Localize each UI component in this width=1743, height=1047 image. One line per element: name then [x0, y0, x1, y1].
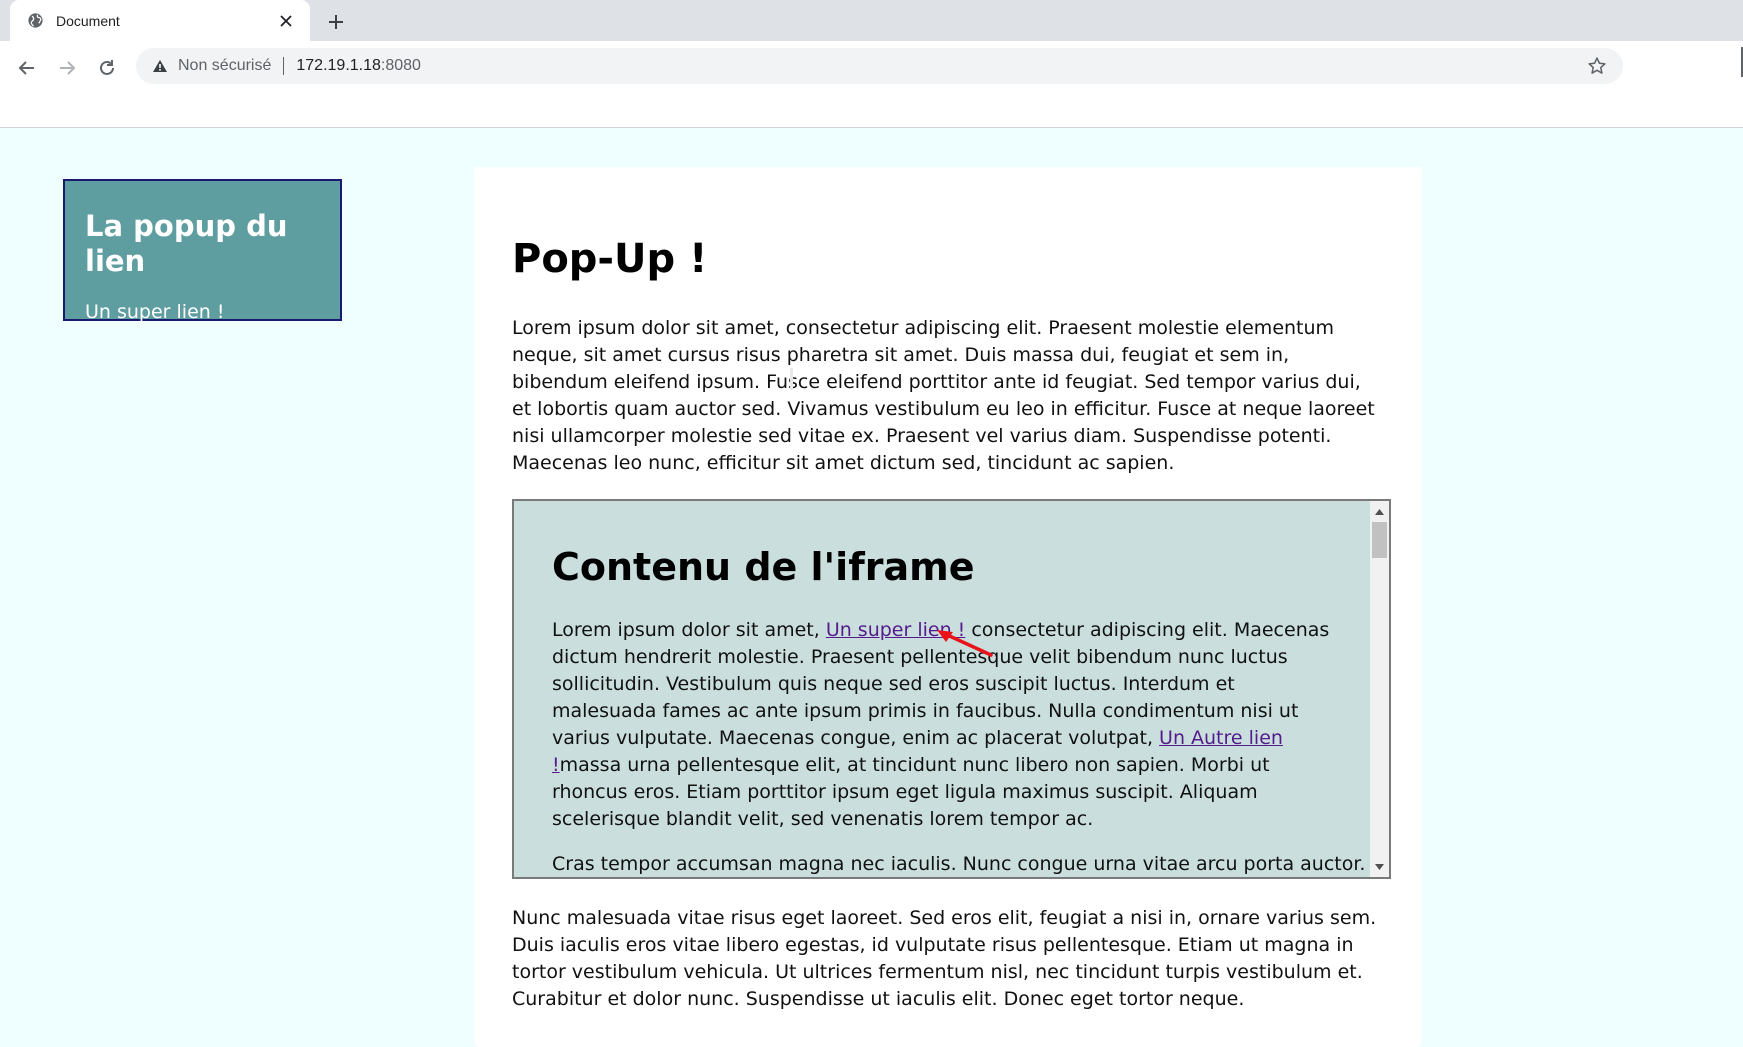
iframe-title: Contenu de l'iframe [552, 545, 975, 589]
arrow-right-icon [60, 61, 76, 75]
iframe-frame[interactable]: Contenu de l'iframe Lorem ipsum dolor si… [512, 499, 1391, 879]
close-icon[interactable] [276, 11, 296, 31]
url-text[interactable]: 172.19.1.18:8080 [296, 57, 1585, 75]
iframe-text-start: Lorem ipsum dolor sit amet, [552, 618, 826, 641]
browser-tab[interactable]: Document [10, 0, 310, 41]
iframe-paragraph: Lorem ipsum dolor sit amet, Un super lie… [552, 617, 1332, 833]
intro-paragraph: Lorem ipsum dolor sit amet, consectetur … [512, 317, 1375, 474]
url-host: 172.19.1.18 [296, 57, 381, 74]
browser-toolbar: Non sécurisé 172.19.1.18:8080 [0, 41, 1743, 128]
address-bar[interactable]: Non sécurisé 172.19.1.18:8080 [136, 48, 1623, 84]
scroll-up-icon[interactable] [1370, 503, 1389, 520]
main-card: Pop-Up ! Lorem ipsum dolor sit amet, con… [474, 167, 1422, 1047]
closing-paragraph: Nunc malesuada vitae risus eget laoreet.… [512, 907, 1377, 1010]
iframe-scrollbar[interactable] [1370, 501, 1389, 877]
security-indicator[interactable]: Non sécurisé [152, 57, 271, 75]
reload-button[interactable] [90, 51, 124, 85]
arrow-left-icon [18, 61, 34, 75]
plus-icon [329, 15, 343, 29]
text-cursor [790, 368, 793, 390]
iframe-text-end: massa urna pellentesque elit, at tincidu… [552, 753, 1270, 830]
forward-button[interactable] [50, 51, 84, 85]
scroll-thumb[interactable] [1372, 522, 1387, 558]
back-button[interactable] [10, 51, 44, 85]
iframe-content: Contenu de l'iframe Lorem ipsum dolor si… [514, 501, 1370, 877]
security-label: Non sécurisé [178, 57, 272, 74]
warning-icon [153, 60, 167, 72]
page-title: Pop-Up ! [512, 236, 708, 282]
tab-title: Document [56, 12, 120, 29]
super-link[interactable]: Un super lien ! [826, 619, 965, 641]
url-port: :8080 [380, 57, 421, 74]
popup-link[interactable]: Un super lien ! [85, 301, 224, 323]
address-divider [283, 57, 285, 75]
scroll-down-icon[interactable] [1370, 858, 1389, 875]
bookmark-star-icon[interactable] [1585, 54, 1609, 78]
popup-title: La popup du lien [85, 209, 288, 278]
reload-icon [100, 60, 114, 75]
globe-icon [26, 12, 44, 30]
new-tab-button[interactable] [322, 8, 350, 36]
iframe-paragraph-2: Cras tempor accumsan magna nec iaculis. … [552, 852, 1370, 875]
tab-strip: Document [0, 0, 1743, 41]
link-popup: La popup du lien Un super lien ! [63, 179, 342, 323]
